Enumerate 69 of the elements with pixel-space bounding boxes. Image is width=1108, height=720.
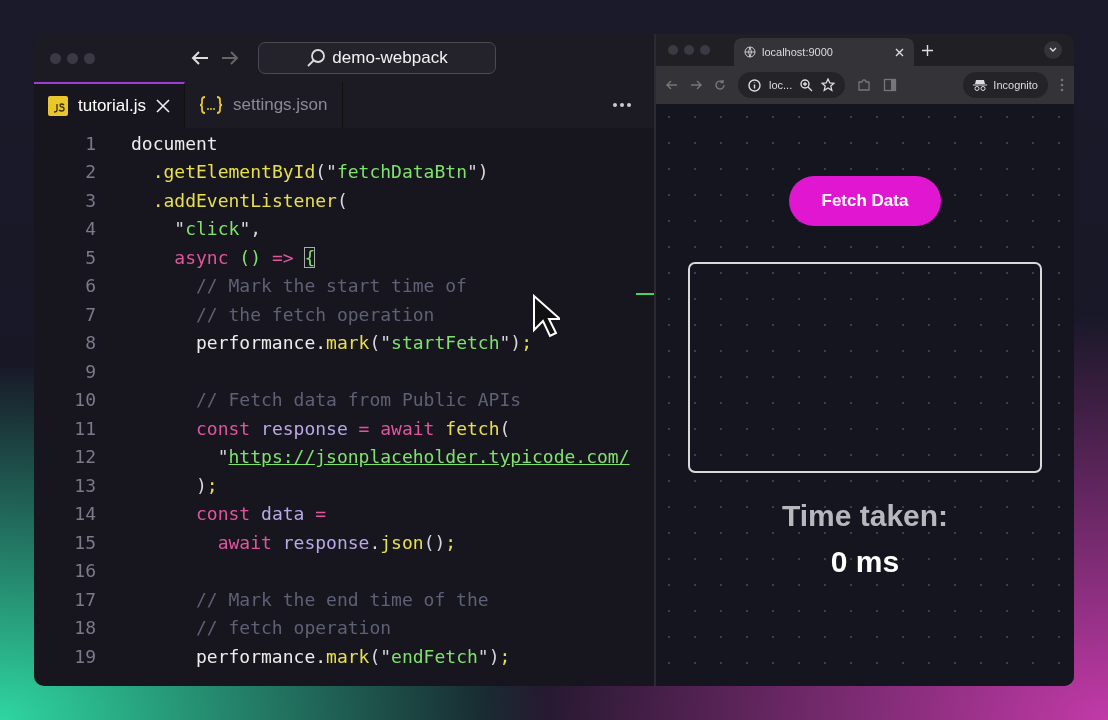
line-number: 10	[73, 389, 96, 411]
line-number: 13	[73, 474, 96, 496]
forward-arrow-icon[interactable]	[220, 50, 240, 66]
menu-icon[interactable]	[1060, 78, 1064, 92]
code-line: performance.mark("endFetch");	[196, 645, 511, 667]
line-number: 12	[73, 446, 96, 468]
line-number: 3	[84, 189, 96, 211]
line-number: 16	[73, 560, 96, 582]
time-value: 0 ms	[830, 545, 900, 579]
line-number: 9	[84, 360, 96, 382]
code-line: // Mark the end time of the	[196, 588, 489, 610]
code-line: // fetch operation	[196, 617, 392, 639]
line-number: 7	[84, 303, 96, 325]
line-number: 1	[84, 132, 96, 154]
star-icon[interactable]	[821, 78, 836, 92]
puzzle-icon[interactable]	[857, 78, 872, 92]
line-number: 19	[73, 645, 96, 667]
line-number: 4	[84, 218, 96, 240]
line-number: 14	[73, 503, 96, 525]
braces-icon	[199, 95, 224, 115]
code-line: await response.json();	[217, 531, 457, 553]
forward-arrow-icon[interactable]	[690, 80, 702, 90]
code-line: "click",	[174, 218, 262, 240]
address-text: loc...	[769, 79, 793, 91]
browser-tab[interactable]: localhost:9000	[734, 38, 914, 66]
incognito-icon	[973, 79, 988, 91]
line-number: 15	[73, 531, 96, 553]
code-line: async () => {	[174, 246, 316, 268]
code-line: // Fetch data from Public APIs	[196, 389, 522, 411]
line-number: 8	[84, 332, 96, 354]
file-tab[interactable]: tutorial.js	[34, 82, 186, 128]
address-bar[interactable]: loc...	[738, 72, 846, 98]
code-line: );	[196, 474, 218, 496]
file-tab[interactable]: settings.json	[185, 82, 343, 128]
code-line: // Mark the start time of	[196, 275, 467, 297]
code-line: const response = await fetch(	[196, 417, 511, 439]
reload-icon[interactable]	[714, 79, 726, 91]
code-line: .getElementById("fetchDataBtn")	[152, 161, 489, 183]
time-label: Time taken:	[781, 499, 949, 533]
line-number: 18	[73, 617, 96, 639]
line-number: 6	[84, 275, 96, 297]
line-number: 17	[73, 588, 96, 610]
code-line: const data =	[196, 503, 327, 525]
close-icon[interactable]	[895, 47, 904, 57]
line-number: 11	[73, 417, 96, 439]
scroll-marker	[636, 293, 654, 295]
code-line: .addEventListener(	[152, 189, 348, 211]
line-number: 2	[84, 161, 96, 183]
code-line: performance.mark("startFetch");	[196, 332, 532, 354]
sidebar-icon[interactable]	[883, 78, 898, 92]
javascript-file-icon	[48, 96, 68, 116]
search-field[interactable]: demo-webpack	[258, 42, 496, 74]
plus-icon[interactable]	[922, 44, 933, 56]
code-line: document	[131, 132, 218, 154]
close-icon[interactable]	[156, 99, 171, 113]
code-line: // the fetch operation	[196, 303, 435, 325]
zoom-icon[interactable]	[800, 78, 814, 92]
incognito-label: Incognito	[993, 79, 1038, 91]
incognito-badge[interactable]: Incognito	[963, 72, 1048, 98]
code-line: "https://jsonplaceholder.typicode.com/	[217, 446, 630, 468]
search-icon	[306, 48, 327, 68]
mouse-pointer-icon	[532, 294, 560, 338]
info-icon	[748, 78, 761, 92]
globe-icon	[744, 46, 756, 58]
line-number: 5	[84, 246, 96, 268]
fetch-data-button[interactable]: Fetch Data	[789, 176, 941, 226]
tab-title: localhost:9000	[762, 46, 834, 58]
search-text: demo-webpack	[332, 48, 448, 68]
chevron-down-icon[interactable]	[1044, 41, 1062, 59]
